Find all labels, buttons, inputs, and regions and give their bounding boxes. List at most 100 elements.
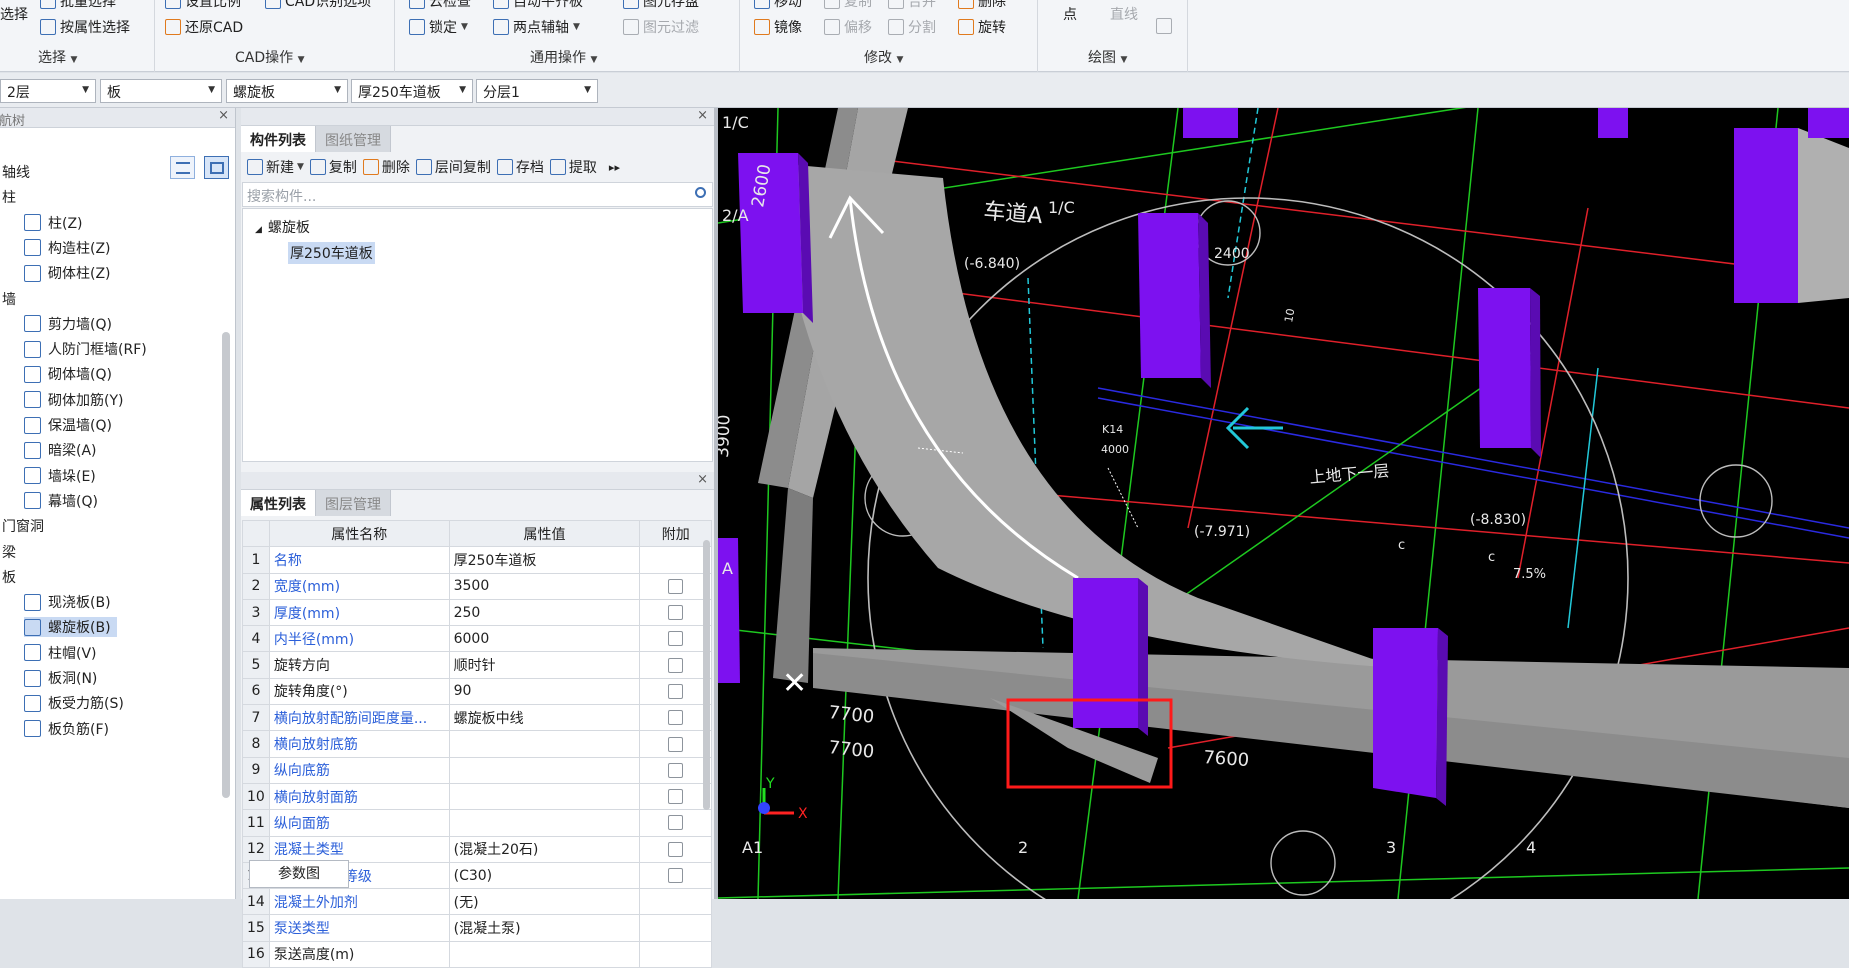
- nav-item[interactable]: 砌体柱(Z): [24, 263, 117, 283]
- attach-checkbox[interactable]: [668, 578, 684, 594]
- property-row[interactable]: 11 纵向面筋: [242, 809, 712, 837]
- tree-node-spiral-slab[interactable]: ◢ 螺旋板: [255, 217, 310, 237]
- property-row[interactable]: 16 泵送高度(m): [242, 940, 712, 968]
- attach-checkbox[interactable]: [668, 683, 684, 699]
- close-icon[interactable]: ×: [697, 108, 708, 123]
- nav-item[interactable]: 螺旋板(B): [24, 617, 117, 638]
- property-row[interactable]: 12 混凝土类型 (混凝土20石): [242, 835, 712, 863]
- property-value[interactable]: 螺旋板中线: [448, 704, 641, 732]
- property-value[interactable]: 3500: [448, 572, 641, 600]
- property-value[interactable]: [448, 730, 641, 758]
- nav-item[interactable]: 砌体墙(Q): [24, 364, 118, 384]
- batch-select-button[interactable]: 批量选择: [40, 0, 116, 11]
- property-value[interactable]: (混凝土泵): [448, 914, 641, 942]
- floor-copy-button[interactable]: 层间复制: [415, 157, 491, 177]
- property-row[interactable]: 10 横向放射面筋: [242, 782, 712, 811]
- nav-item[interactable]: 板洞(N): [24, 668, 103, 688]
- copy-button[interactable]: 复制: [824, 0, 872, 11]
- property-value[interactable]: (C30): [448, 861, 641, 890]
- more-icon[interactable]: ▸▸: [609, 161, 620, 174]
- property-row[interactable]: 6 旋转角度(°) 90: [242, 677, 712, 706]
- select-button[interactable]: 选择: [0, 4, 28, 24]
- property-value[interactable]: [448, 940, 641, 968]
- cloud-check-button[interactable]: 云检查: [409, 0, 471, 11]
- property-row[interactable]: 9 纵向底筋: [242, 756, 712, 784]
- nav-item[interactable]: 柱(Z): [24, 213, 89, 233]
- nav-item[interactable]: 柱帽(V): [24, 643, 103, 663]
- split-button[interactable]: 分割: [888, 17, 936, 37]
- property-value[interactable]: (混凝土20石): [448, 835, 641, 863]
- property-row[interactable]: 7 横向放射配筋间距度量... 螺旋板中线: [242, 704, 712, 732]
- property-row[interactable]: 3 厚度(mm) 250: [242, 598, 712, 627]
- lock-button[interactable]: 锁定 ▼: [409, 17, 468, 37]
- attach-checkbox[interactable]: [668, 815, 684, 831]
- mirror-button[interactable]: 镜像: [754, 17, 802, 37]
- property-row[interactable]: 4 内半径(mm) 6000: [242, 625, 712, 653]
- auto-level-button[interactable]: 自动平齐板: [493, 0, 583, 11]
- element-filter-button[interactable]: 图元过滤: [623, 17, 699, 37]
- offset-button[interactable]: 偏移: [824, 17, 872, 37]
- viewport-canvas[interactable]: X Y ✕ 1/C 1/C 2/A A A1 2 3 4 2600 3900 7…: [718, 108, 1849, 899]
- nav-item[interactable]: 人防门框墙(RF): [24, 339, 153, 359]
- property-row[interactable]: 14 混凝土外加剂 (无): [242, 888, 712, 916]
- attach-checkbox[interactable]: [668, 841, 684, 857]
- nav-item[interactable]: 墙垛(E): [24, 466, 102, 486]
- property-row[interactable]: 8 横向放射底筋: [242, 730, 712, 758]
- layer-select[interactable]: 分层1 ▼: [476, 79, 598, 103]
- nav-item[interactable]: 现浇板(B): [24, 592, 117, 612]
- modify-group-label[interactable]: 修改 ▼: [864, 47, 903, 67]
- nav-item[interactable]: 板负筋(F): [24, 719, 115, 739]
- archive-button[interactable]: 存档: [496, 157, 544, 177]
- tree-node-ramp-slab[interactable]: 厚250车道板: [288, 242, 375, 264]
- property-value[interactable]: 90: [448, 677, 641, 706]
- tab-drawing-manage[interactable]: 图纸管理: [316, 126, 391, 152]
- restore-cad-button[interactable]: 还原CAD: [165, 17, 243, 37]
- attach-checkbox[interactable]: [668, 868, 684, 883]
- nav-item[interactable]: 暗梁(A): [24, 440, 103, 460]
- property-value[interactable]: 顺时针: [448, 651, 641, 679]
- property-row[interactable]: 2 宽度(mm) 3500: [242, 572, 712, 600]
- attach-checkbox[interactable]: [668, 762, 684, 778]
- merge-button[interactable]: 合并: [888, 0, 936, 11]
- close-icon[interactable]: ×: [218, 108, 229, 123]
- tab-layer-manage[interactable]: 图层管理: [316, 490, 391, 516]
- floor-select[interactable]: 2层 ▼: [0, 79, 96, 103]
- attach-checkbox[interactable]: [668, 605, 684, 621]
- nav-item[interactable]: 门窗洞: [2, 516, 44, 536]
- property-row[interactable]: 15 泵送类型 (混凝土泵): [242, 914, 712, 942]
- rect-button[interactable]: [1156, 18, 1172, 34]
- nav-item[interactable]: 砌体加筋(Y): [24, 390, 129, 410]
- nav-item[interactable]: 剪力墙(Q): [24, 314, 118, 334]
- tab-component-list[interactable]: 构件列表: [241, 126, 316, 152]
- property-value[interactable]: [448, 782, 641, 811]
- attach-checkbox[interactable]: [668, 789, 684, 805]
- component-search-input[interactable]: 搜索构件...: [242, 182, 713, 207]
- common-group-label[interactable]: 通用操作 ▼: [530, 47, 597, 67]
- property-row[interactable]: 1 名称 厚250车道板: [242, 546, 712, 574]
- search-icon[interactable]: [695, 187, 706, 198]
- point-button[interactable]: 点: [1063, 4, 1077, 24]
- cad-identify-button[interactable]: CAD识别选项: [265, 0, 371, 11]
- draw-group-label[interactable]: 绘图 ▼: [1088, 47, 1127, 67]
- new-component-button[interactable]: 新建 ▼: [247, 157, 304, 177]
- set-scale-button[interactable]: 设置比例: [165, 0, 241, 11]
- nav-item[interactable]: 保温墙(Q): [24, 415, 118, 435]
- save-element-button[interactable]: 图元存盘: [623, 0, 699, 11]
- cad-group-label[interactable]: CAD操作 ▼: [235, 47, 305, 67]
- property-value[interactable]: (无): [448, 888, 641, 916]
- rotate-button[interactable]: 旋转: [958, 17, 1006, 37]
- nav-item[interactable]: 墙: [2, 289, 16, 309]
- nav-item[interactable]: 板受力筋(S): [24, 693, 130, 713]
- close-icon[interactable]: ×: [697, 472, 708, 487]
- extract-button[interactable]: 提取: [549, 157, 597, 177]
- two-point-aux-button[interactable]: 两点辅轴 ▼: [493, 17, 580, 37]
- attach-checkbox[interactable]: [668, 657, 684, 673]
- attr-select-button[interactable]: 按属性选择: [40, 17, 130, 37]
- nav-item[interactable]: 构造柱(Z): [24, 238, 117, 258]
- attach-checkbox[interactable]: [668, 631, 684, 647]
- nav-item[interactable]: 轴线: [2, 162, 30, 182]
- param-diagram-button[interactable]: 参数图: [249, 860, 349, 888]
- type-select[interactable]: 螺旋板 ▼: [226, 79, 348, 103]
- nav-item[interactable]: 柱: [2, 187, 16, 207]
- property-row[interactable]: 5 旋转方向 顺时针: [242, 651, 712, 679]
